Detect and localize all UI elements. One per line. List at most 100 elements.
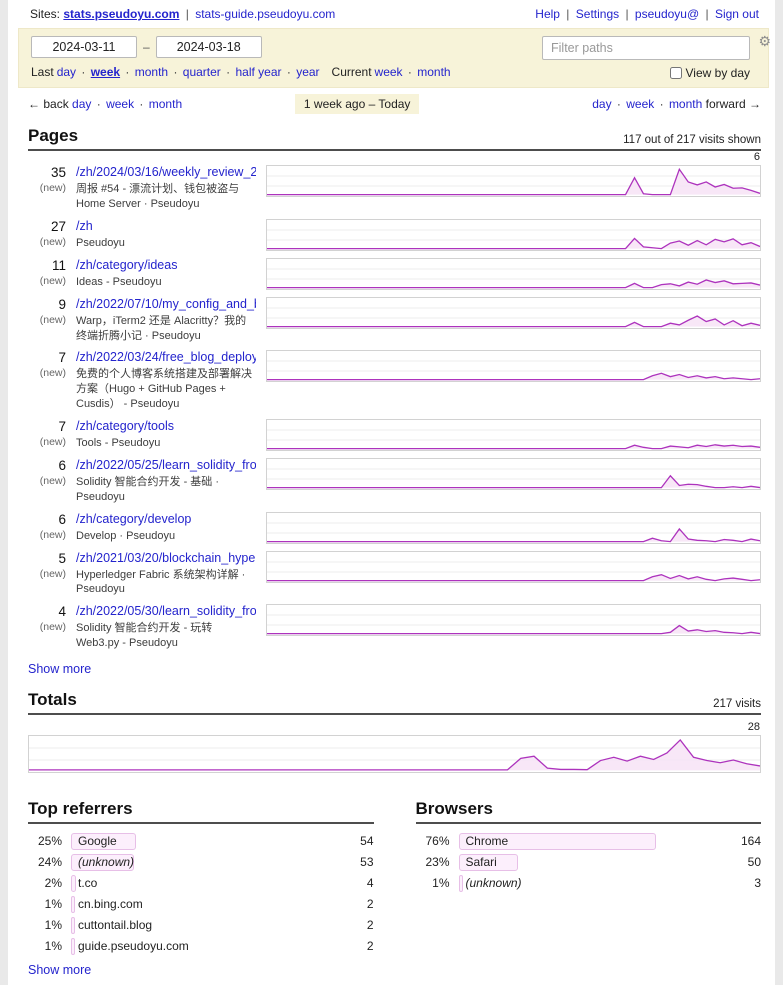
page-row: 27(new)/zhPseudoyu bbox=[28, 219, 761, 251]
chart-box bbox=[266, 419, 761, 451]
period-link-quarter[interactable]: quarter bbox=[183, 65, 221, 79]
page-visit-count: 7 bbox=[28, 350, 66, 365]
browser-bar[interactable]: Chrome bbox=[459, 833, 720, 850]
totals-section: Totals 217 visits 28 bbox=[28, 690, 761, 773]
page-path-link[interactable]: /zh bbox=[76, 219, 256, 233]
period-link-month[interactable]: month bbox=[417, 65, 450, 79]
nav-link-week[interactable]: week bbox=[626, 97, 654, 111]
page-path-link[interactable]: /zh/2022/05/25/learn_solidity_from_... bbox=[76, 458, 256, 472]
page-path-link[interactable]: /zh/2021/03/20/blockchain_hyperle... bbox=[76, 551, 256, 565]
sites-label: Sites: bbox=[30, 7, 60, 21]
date-to-input[interactable] bbox=[156, 36, 262, 58]
period-link-week[interactable]: week bbox=[375, 65, 403, 79]
page-path-link[interactable]: /zh/2022/07/10/my_config_and_bea... bbox=[76, 297, 256, 311]
topbar-link-help[interactable]: Help bbox=[535, 7, 560, 21]
page-visit-count: 5 bbox=[28, 551, 66, 566]
page-row: 35(new) /zh/2024/03/16/weekly_review_202.… bbox=[28, 165, 761, 212]
chart-box bbox=[266, 165, 761, 197]
page-path-link[interactable]: /zh/category/develop bbox=[76, 512, 256, 526]
referrer-bar[interactable]: guide.pseudoyu.com bbox=[71, 938, 332, 955]
page-row: 9(new)/zh/2022/07/10/my_config_and_bea..… bbox=[28, 297, 761, 344]
page-count-cell: 35(new) bbox=[28, 165, 66, 212]
page-new-badge: (new) bbox=[28, 475, 66, 487]
browser-percent: 1% bbox=[416, 876, 450, 890]
page-path-link[interactable]: /zh/2022/03/24/free_blog_deploy_u... bbox=[76, 350, 256, 364]
page-sparkline[interactable]: 6 bbox=[266, 165, 761, 197]
nav-link-month[interactable]: month bbox=[149, 97, 182, 111]
page-sparkline[interactable] bbox=[266, 604, 761, 636]
separator-pipe: | bbox=[702, 7, 712, 21]
page-new-badge: (new) bbox=[28, 436, 66, 448]
chart-box bbox=[266, 512, 761, 544]
page-sparkline[interactable] bbox=[266, 350, 761, 382]
topbar-link-pseudoyu-[interactable]: pseudoyu@ bbox=[635, 7, 699, 21]
referrer-bar[interactable]: t.co bbox=[71, 875, 332, 892]
referrers-list: 25%Google5424%(unknown)532%t.co41%cn.bin… bbox=[28, 824, 374, 955]
topbar-link-settings[interactable]: Settings bbox=[576, 7, 619, 21]
referrer-percent: 1% bbox=[28, 939, 62, 953]
page-sparkline[interactable] bbox=[266, 258, 761, 290]
page-title-text: Solidity 智能合约开发 - 基础 · Pseudoyu bbox=[76, 475, 256, 505]
referrer-row: 1%cn.bing.com2 bbox=[28, 896, 374, 913]
topbar-link-sign-out[interactable]: Sign out bbox=[715, 7, 759, 21]
filter-paths-input[interactable] bbox=[542, 36, 750, 60]
period-link-week[interactable]: week bbox=[91, 65, 120, 79]
totals-chart[interactable]: 28 bbox=[28, 735, 761, 773]
period-link-month[interactable]: month bbox=[135, 65, 168, 79]
browser-bar[interactable]: Safari bbox=[459, 854, 720, 871]
referrer-label: Google bbox=[78, 833, 117, 850]
period-link-half-year[interactable]: half year bbox=[235, 65, 281, 79]
view-by-day-checkbox[interactable] bbox=[670, 67, 682, 79]
period-link-year[interactable]: year bbox=[296, 65, 319, 79]
totals-summary: 217 visits bbox=[713, 698, 761, 710]
nav-link-day[interactable]: day bbox=[72, 97, 91, 111]
site-link-stats.pseudoyu.com[interactable]: stats.pseudoyu.com bbox=[63, 7, 179, 21]
separator-dot: · bbox=[284, 65, 295, 79]
separator-dot: · bbox=[170, 65, 181, 79]
page-title-text: Solidity 智能合约开发 - 玩转 Web3.py - Pseudoyu bbox=[76, 621, 256, 651]
referrer-bar[interactable]: cuttontail.blog bbox=[71, 917, 332, 934]
referrer-bar[interactable]: (unknown) bbox=[71, 854, 332, 871]
separator-pipe: | bbox=[622, 7, 632, 21]
pages-list: 35(new)/zh/2024/03/16/weekly_review_202.… bbox=[28, 151, 761, 651]
separator-pipe: | bbox=[563, 7, 573, 21]
browser-percent: 76% bbox=[416, 834, 450, 848]
browser-bar[interactable]: (unknown) bbox=[459, 875, 720, 892]
gear-icon[interactable]: ⚙ bbox=[758, 33, 771, 50]
referrers-show-more-link[interactable]: Show more bbox=[28, 963, 91, 977]
page-sparkline[interactable] bbox=[266, 512, 761, 544]
page-path-link[interactable]: /zh/2022/05/30/learn_solidity_from_... bbox=[76, 604, 256, 618]
browser-row: 23%Safari50 bbox=[416, 854, 762, 871]
referrer-bar[interactable]: Google bbox=[71, 833, 332, 850]
page-path-link[interactable]: /zh/category/tools bbox=[76, 419, 256, 433]
view-by-day-toggle[interactable]: View by day bbox=[670, 66, 750, 80]
page-path-link[interactable]: /zh/category/ideas bbox=[76, 258, 256, 272]
page-count-cell: 5(new) bbox=[28, 551, 66, 598]
referrer-count: 4 bbox=[340, 876, 374, 890]
nav-link-week[interactable]: week bbox=[106, 97, 134, 111]
referrer-row: 2%t.co4 bbox=[28, 875, 374, 892]
page-sparkline[interactable] bbox=[266, 219, 761, 251]
page-sparkline[interactable] bbox=[266, 551, 761, 583]
referrer-bar[interactable]: cn.bing.com bbox=[71, 896, 332, 913]
nav-link-month[interactable]: month bbox=[669, 97, 702, 111]
referrer-percent: 1% bbox=[28, 918, 62, 932]
date-from-input[interactable] bbox=[31, 36, 137, 58]
page-path-link[interactable]: /zh/2024/03/16/weekly_review_202... bbox=[76, 165, 256, 179]
page-title-text: Pseudoyu bbox=[76, 236, 256, 251]
nav-link-day[interactable]: day bbox=[592, 97, 611, 111]
page-sparkline[interactable] bbox=[266, 458, 761, 490]
page-sparkline[interactable] bbox=[266, 297, 761, 329]
separator-dot: · bbox=[122, 65, 133, 79]
site-link-stats-guide.pseudoyu.com[interactable]: stats-guide.pseudoyu.com bbox=[195, 7, 335, 21]
pages-show-more-link[interactable]: Show more bbox=[28, 662, 91, 676]
date-range-separator: – bbox=[143, 40, 150, 54]
page-title-text: Develop · Pseudoyu bbox=[76, 529, 256, 544]
browser-label: (unknown) bbox=[466, 875, 522, 892]
page-new-badge: (new) bbox=[28, 236, 66, 248]
page-visit-count: 35 bbox=[28, 165, 66, 180]
separator-dot: · bbox=[223, 65, 234, 79]
period-link-day[interactable]: day bbox=[57, 65, 76, 79]
page-sparkline[interactable] bbox=[266, 419, 761, 451]
referrer-count: 2 bbox=[340, 918, 374, 932]
